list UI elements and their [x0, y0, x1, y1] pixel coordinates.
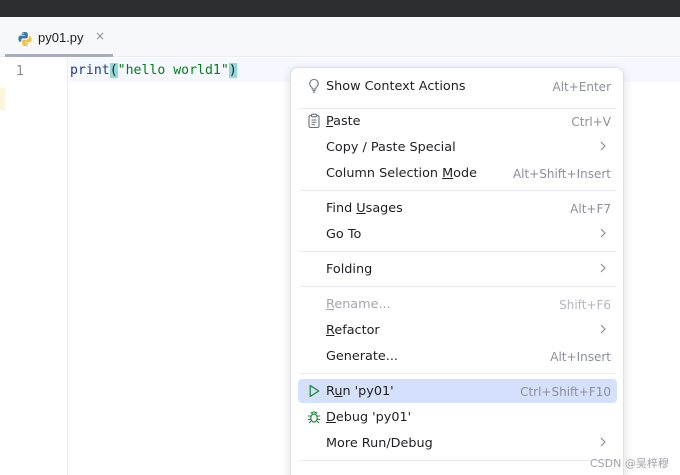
tab-label: py01.py — [38, 30, 84, 45]
menu-item-folding[interactable]: Folding — [298, 257, 617, 281]
code-function-token: print — [70, 63, 110, 78]
menu-item-shortcut: Ctrl+V — [571, 115, 611, 129]
chevron-right-icon — [600, 437, 606, 447]
window-titlebar — [0, 0, 680, 17]
menu-item-more-run-debug[interactable]: More Run/Debug — [298, 431, 617, 455]
menu-item-run-py01[interactable]: Run 'py01' Ctrl+Shift+F10 — [298, 379, 617, 403]
menu-item-paste[interactable]: Paste Ctrl+V — [298, 109, 617, 133]
menu-item-shortcut: Ctrl+Shift+F10 — [520, 385, 611, 399]
close-icon[interactable]: × — [95, 29, 105, 43]
menu-item-shortcut: Alt+Shift+Insert — [512, 167, 611, 181]
menu-item-copy-paste-special[interactable]: Copy / Paste Special — [298, 135, 617, 159]
menu-item-label: Rename... — [326, 297, 391, 312]
gutter-change-marker — [0, 88, 5, 110]
menu-separator — [299, 460, 617, 461]
chevron-right-icon — [600, 263, 606, 273]
menu-separator — [299, 286, 617, 287]
run-icon — [309, 384, 320, 398]
python-file-icon — [18, 32, 32, 46]
chevron-right-icon — [600, 324, 606, 334]
menu-item-label: Paste — [326, 114, 361, 129]
active-tab-indicator — [5, 54, 113, 57]
debug-icon — [307, 411, 321, 424]
code-string-token: "hello world1" — [117, 63, 229, 78]
lightbulb-icon — [309, 78, 319, 93]
menu-item-label: Refactor — [326, 323, 380, 338]
menu-item-label: Column Selection Mode — [326, 166, 477, 181]
menu-item-generate[interactable]: Generate... Alt+Insert — [298, 344, 617, 368]
code-close-paren: ) — [228, 63, 237, 78]
menu-item-label: Folding — [326, 262, 373, 277]
menu-separator — [299, 190, 617, 191]
menu-item-debug-py01[interactable]: Debug 'py01' — [298, 405, 617, 429]
line-gutter: 1 — [0, 58, 68, 475]
menu-separator — [299, 373, 617, 374]
menu-item-label: Run 'py01' — [326, 384, 394, 399]
menu-item-find-usages[interactable]: Find Usages Alt+F7 — [298, 196, 617, 220]
menu-item-column-selection-mode[interactable]: Column Selection Mode Alt+Shift+Insert — [298, 161, 617, 185]
editor-context-menu: Show Context Actions Alt+Enter Paste Ctr… — [290, 67, 624, 475]
menu-item-shortcut: Shift+F6 — [559, 298, 611, 312]
menu-item-show-context-actions[interactable]: Show Context Actions Alt+Enter — [298, 74, 617, 98]
tab-py01[interactable]: py01.py × — [5, 17, 113, 57]
menu-item-label: Find Usages — [326, 201, 403, 216]
menu-item-rename: Rename... Shift+F6 — [298, 292, 617, 316]
menu-item-go-to[interactable]: Go To — [298, 222, 617, 246]
code-open-paren: ( — [109, 63, 118, 78]
menu-item-label: Copy / Paste Special — [326, 140, 456, 155]
menu-item-label: Go To — [326, 227, 362, 242]
menu-item-shortcut: Alt+F7 — [570, 202, 611, 216]
menu-item-shortcut: Alt+Enter — [552, 80, 611, 94]
menu-item-refactor[interactable]: Refactor — [298, 318, 617, 342]
menu-item-label: More Run/Debug — [326, 436, 433, 451]
editor-tab-bar: py01.py × — [0, 17, 680, 57]
chevron-right-icon — [600, 228, 606, 238]
chevron-right-icon — [600, 141, 606, 151]
menu-item-label: Show Context Actions — [326, 79, 466, 94]
menu-separator — [299, 251, 617, 252]
menu-item-label: Debug 'py01' — [326, 410, 412, 425]
menu-item-shortcut: Alt+Insert — [550, 350, 611, 364]
clipboard-icon — [308, 113, 320, 129]
line-number: 1 — [16, 64, 24, 79]
watermark: CSDN @吴梓穆 — [590, 457, 669, 470]
code-line[interactable]: print("hello world1") — [70, 63, 237, 78]
menu-item-label: Generate... — [326, 349, 398, 364]
